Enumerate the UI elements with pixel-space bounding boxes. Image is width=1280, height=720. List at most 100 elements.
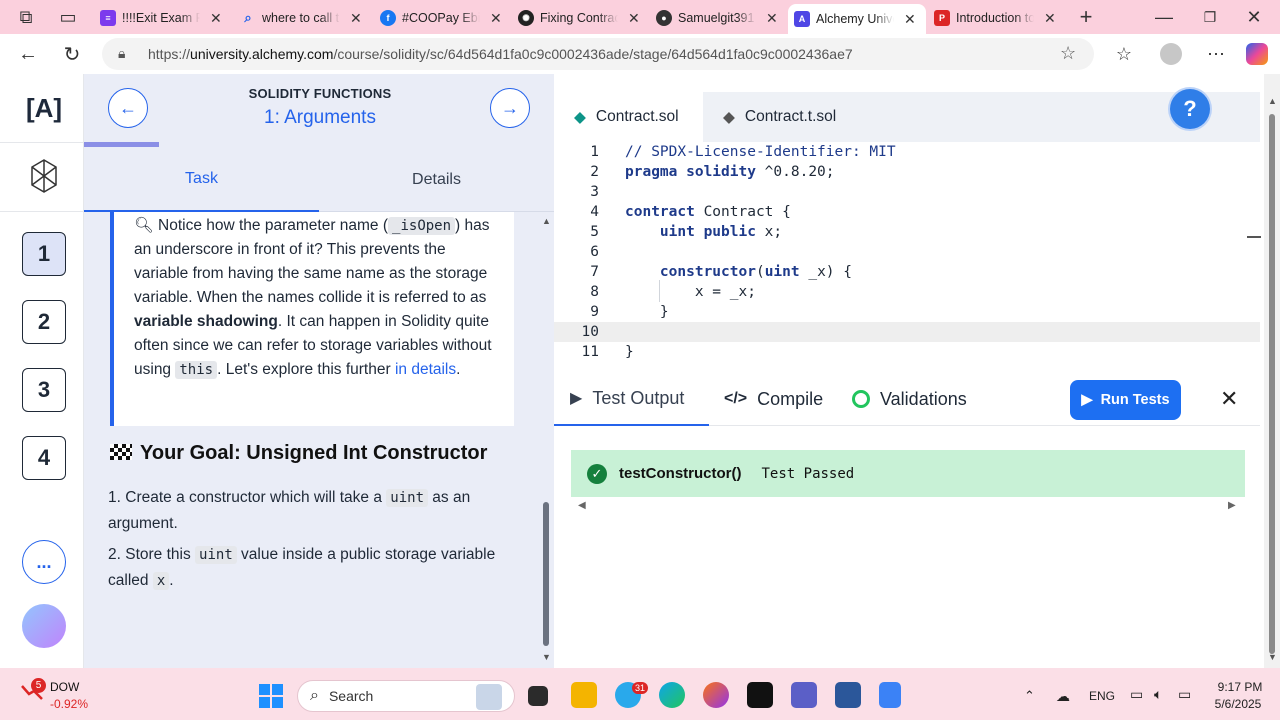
stage-button-4[interactable]: 4 (22, 436, 66, 480)
details-link[interactable]: in details (395, 361, 456, 378)
browser-tab[interactable]: ⌕ where to call t ✕ (234, 4, 370, 32)
alchemy-icon: A (794, 11, 810, 27)
close-icon[interactable]: ✕ (628, 10, 640, 27)
language-indicator[interactable]: ENG (1089, 689, 1115, 703)
run-tests-button[interactable]: ▶ Run Tests (1070, 380, 1181, 420)
figma-icon[interactable] (747, 682, 773, 708)
divider (0, 211, 84, 212)
next-lesson-button[interactable]: → (490, 88, 530, 128)
lesson-tabs: Task Details (84, 148, 554, 212)
browser-tab[interactable]: ● Samuelgit391 ✕ (650, 4, 786, 32)
taskbar-search[interactable]: ⌕ Search (297, 680, 515, 712)
tab-test-output[interactable]: ▶ Test Output (554, 372, 709, 426)
close-icon[interactable]: ✕ (350, 10, 362, 27)
new-tab-icon[interactable]: + (1072, 3, 1100, 31)
close-icon[interactable]: ✕ (904, 11, 916, 28)
star-icon[interactable]: ☆ (1060, 43, 1076, 64)
tab-contract-test-sol[interactable]: ◆ Contract.t.sol (703, 92, 859, 142)
code-line: 7 constructor(uint _x) { (590, 264, 852, 280)
more-button[interactable]: ... (22, 540, 66, 584)
prev-lesson-button[interactable]: ← (108, 88, 148, 128)
speaker-icon[interactable]: 🔈︎ (1154, 686, 1162, 703)
cloud-icon[interactable]: ☁ (1056, 688, 1070, 705)
scroll-thumb[interactable] (1269, 114, 1275, 654)
tab-contract-sol[interactable]: ◆ Contract.sol (554, 92, 703, 142)
help-button[interactable]: ? (1170, 89, 1210, 129)
back-icon[interactable]: ← (14, 40, 42, 68)
firefox-icon[interactable] (703, 682, 729, 708)
browser-tab-bar: ⧉ ▭ ≡ !!!!Exit Exam Re✕ ⌕ where to call … (0, 0, 1280, 34)
chevron-up-icon[interactable]: ⌃ (1024, 688, 1035, 704)
teams-icon[interactable] (791, 682, 817, 708)
browser-tab-active[interactable]: A Alchemy Unive ✕ (788, 4, 926, 34)
clock-time[interactable]: 9:17 PM (1212, 680, 1268, 694)
ethereum-icon: ◆ (723, 108, 735, 126)
favorites-icon[interactable]: ☆ (1110, 40, 1138, 68)
scroll-right-icon[interactable]: ▶ (1228, 500, 1236, 511)
stock-change: -0.92% (50, 697, 89, 711)
tab-validations[interactable]: Validations (852, 372, 967, 426)
copilot-icon[interactable] (1246, 43, 1268, 65)
avatar[interactable] (22, 604, 66, 648)
forms-icon: ≡ (100, 10, 116, 26)
browser-tab[interactable]: ✺ Fixing Contrac ✕ (512, 4, 648, 32)
network-icon[interactable]: ▭ (1130, 686, 1143, 703)
list-item: 1. Create a constructor which will take … (108, 489, 471, 532)
close-icon[interactable]: ✕ (1044, 10, 1056, 27)
arrow-right-icon: → (501, 97, 519, 118)
stage-button-1[interactable]: 1 (22, 232, 66, 276)
play-icon: ▶ (1081, 392, 1093, 408)
scroll-thumb[interactable] (543, 502, 549, 646)
ethereum-icon: ◆ (574, 108, 586, 126)
list-item: 2. Store this uint value inside a public… (108, 546, 496, 590)
restore-icon[interactable]: ❐ (1196, 3, 1224, 31)
tab-details[interactable]: Details (319, 148, 554, 212)
browser-tab[interactable]: ≡ !!!!Exit Exam Re✕ (94, 4, 230, 32)
workspaces-icon[interactable]: ⧉ (12, 3, 40, 31)
code-line: 3 (590, 184, 599, 200)
edge-icon[interactable] (659, 682, 685, 708)
test-status: Test Passed (761, 465, 855, 482)
battery-icon[interactable]: ▭ (1178, 686, 1191, 703)
indent-guide (659, 280, 660, 302)
profile-icon[interactable] (1160, 43, 1182, 65)
address-bar[interactable]: 🔒︎ https://university.alchemy.com/course… (102, 38, 1094, 70)
lesson-progress-bar (84, 142, 159, 147)
close-icon[interactable]: ✕ (490, 10, 502, 27)
divider (0, 142, 84, 143)
tab-compile[interactable]: </> Compile (724, 372, 823, 426)
check-circle-icon: ✓ (587, 463, 607, 484)
refresh-icon[interactable]: ↻ (58, 40, 86, 68)
windows-start-icon[interactable] (259, 684, 283, 708)
editor-overview-ruler (1247, 236, 1261, 238)
test-result-row: ✓ testConstructor() Test Passed (571, 450, 1245, 497)
alchemy-logo[interactable]: [A] (22, 91, 66, 125)
clock-date[interactable]: 5/6/2025 (1208, 697, 1268, 711)
scroll-left-icon[interactable]: ◀ (578, 500, 586, 511)
close-icon[interactable]: ✕ (210, 10, 222, 27)
task-view-icon[interactable] (528, 686, 548, 706)
course-hex-icon[interactable] (30, 158, 58, 194)
code-line: 6 (590, 244, 599, 260)
close-icon[interactable]: ✕ (766, 10, 778, 27)
play-icon: ▶ (570, 390, 583, 407)
search-icon: ⌕ (310, 687, 319, 704)
menu-icon[interactable]: ⋯ (1202, 40, 1230, 68)
close-panel-icon[interactable]: ✕ (1220, 386, 1238, 412)
notepad-icon[interactable] (879, 682, 901, 708)
section-title: SOLIDITY FUNCTIONS (248, 86, 392, 101)
window-close-icon[interactable]: ✕ (1240, 3, 1268, 31)
tab-actions-icon[interactable]: ▭ (54, 3, 82, 31)
tab-task[interactable]: Task (84, 148, 319, 212)
page-scrollbar[interactable]: ▲ ▼ (1264, 74, 1280, 668)
search-highlight-icon (476, 684, 502, 710)
stage-button-3[interactable]: 3 (22, 368, 66, 412)
lesson-scrollbar[interactable]: ▲ ▼ (540, 212, 554, 668)
stage-button-2[interactable]: 2 (22, 300, 66, 344)
browser-tab[interactable]: f #COOPay Ebir ✕ (374, 4, 510, 32)
minimize-icon[interactable]: — (1150, 3, 1178, 31)
file-explorer-icon[interactable] (571, 682, 597, 708)
word-icon[interactable] (835, 682, 861, 708)
lesson-content: 🔍︎ Notice how the parameter name (_isOpe… (84, 212, 540, 668)
browser-tab[interactable]: P Introduction to ✕ (928, 4, 1064, 32)
